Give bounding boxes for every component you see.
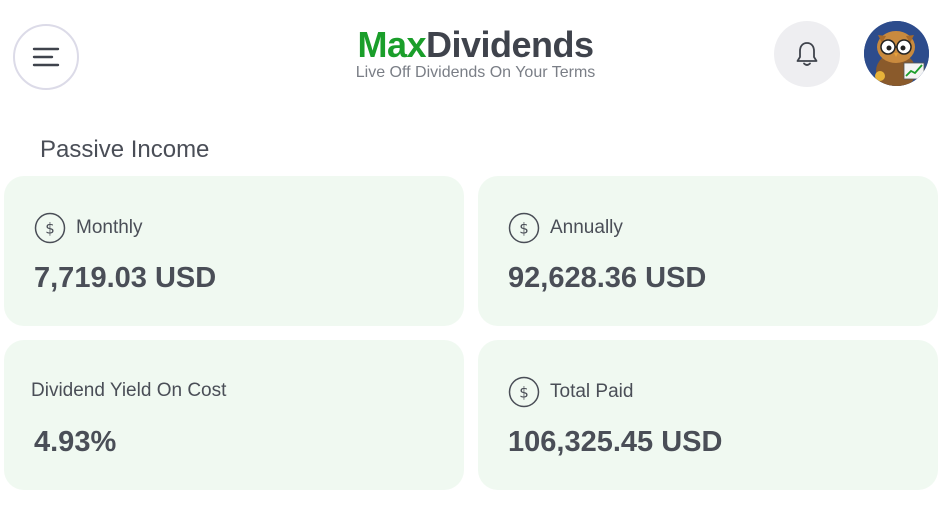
card-total-paid[interactable]: $ Total Paid 106,325.45 USD bbox=[478, 340, 938, 490]
svg-text:$: $ bbox=[519, 384, 529, 402]
card-monthly[interactable]: $ Monthly 7,719.03 USD bbox=[4, 176, 464, 326]
svg-text:$: $ bbox=[519, 220, 529, 238]
card-dividend-yield[interactable]: Dividend Yield On Cost 4.93% bbox=[4, 340, 464, 490]
dollar-coin-icon: $ bbox=[34, 212, 66, 244]
card-value: 92,628.36 USD bbox=[508, 262, 707, 294]
brand-primary: Max bbox=[357, 24, 426, 65]
card-label: Total Paid bbox=[550, 381, 634, 402]
card-value: 7,719.03 USD bbox=[34, 262, 217, 294]
brand-secondary: Dividends bbox=[425, 24, 594, 65]
svg-text:$: $ bbox=[45, 220, 55, 238]
owl-avatar-icon bbox=[864, 21, 929, 86]
avatar[interactable] bbox=[864, 21, 929, 86]
dollar-coin-icon: $ bbox=[508, 376, 540, 408]
card-label: Monthly bbox=[76, 217, 143, 238]
card-label: Annually bbox=[550, 217, 623, 238]
card-value: 4.93% bbox=[34, 426, 117, 458]
card-annually[interactable]: $ Annually 92,628.36 USD bbox=[478, 176, 938, 326]
card-value: 106,325.45 USD bbox=[508, 426, 723, 458]
card-label: Dividend Yield On Cost bbox=[31, 380, 227, 401]
dollar-coin-icon: $ bbox=[508, 212, 540, 244]
notifications-button[interactable] bbox=[774, 21, 840, 87]
bell-icon bbox=[796, 42, 818, 66]
section-title: Passive Income bbox=[40, 136, 210, 163]
